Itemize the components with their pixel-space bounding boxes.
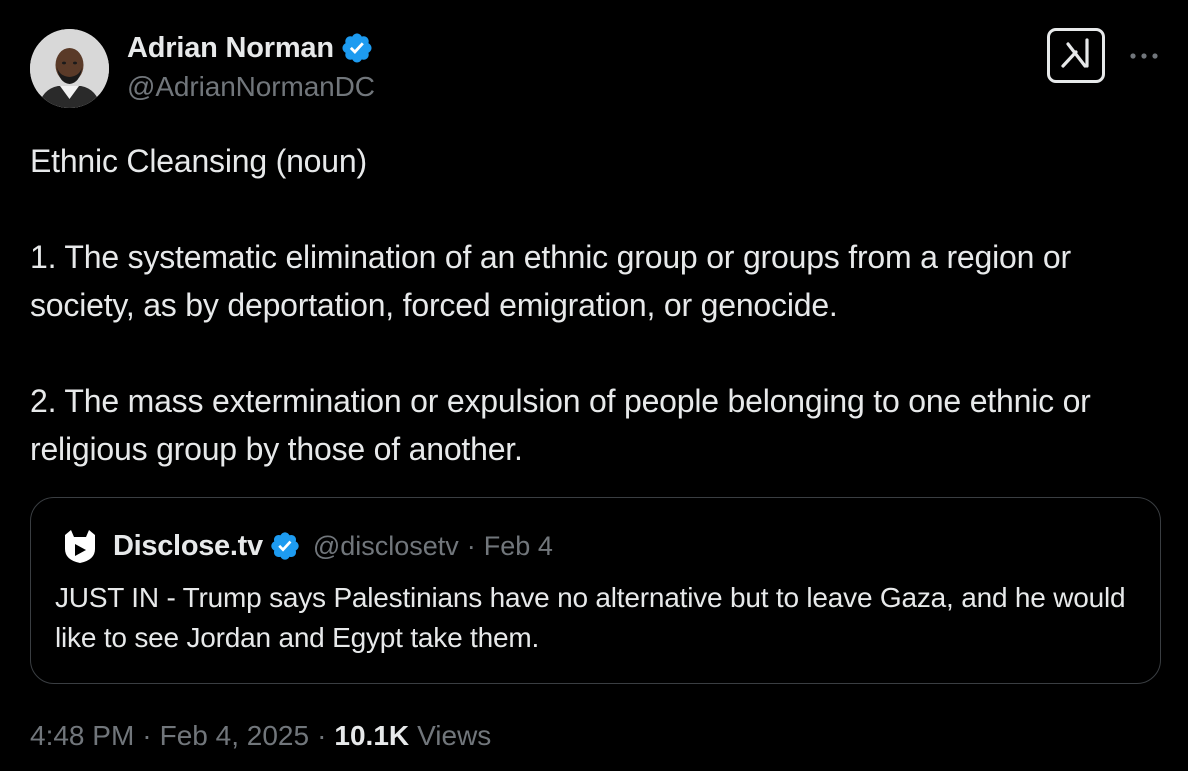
separator-dot: · [466, 530, 476, 561]
verified-badge-icon [340, 31, 374, 65]
quoted-tweet[interactable]: Disclose.tv @disclosetv · Feb 4 JUST IN … [30, 497, 1161, 684]
quoted-author-handle: @disclosetv [312, 530, 459, 561]
views-count: 10.1K [334, 720, 410, 751]
quoted-tweet-header: Disclose.tv @disclosetv · Feb 4 [61, 527, 553, 565]
avatar[interactable] [30, 29, 109, 108]
separator-dot: · [317, 720, 327, 751]
author-name[interactable]: Adrian Norman [127, 32, 334, 65]
quoted-tweet-text: JUST IN - Trump says Palestinians have n… [55, 582, 1126, 653]
more-icon [1129, 47, 1159, 65]
tweet-date[interactable]: Feb 4, 2025 [160, 720, 309, 752]
tweet-paragraph: 1. The systematic elimination of an ethn… [30, 239, 1071, 323]
grok-icon [1059, 38, 1093, 73]
author-name-row: Adrian Norman [127, 30, 375, 66]
tweet-time[interactable]: 4:48 PM [30, 720, 134, 752]
verified-badge-icon [269, 530, 301, 562]
tweet-paragraph: Ethnic Cleansing (noun) [30, 143, 367, 179]
disclose-logo-icon [61, 527, 99, 565]
author-handle[interactable]: @AdrianNormanDC [127, 71, 375, 103]
quoted-author-name: Disclose.tv [113, 529, 263, 562]
views-label: Views [417, 720, 492, 751]
grok-button[interactable] [1047, 28, 1105, 83]
tweet-paragraph: 2. The mass extermination or expulsion o… [30, 383, 1091, 467]
tweet-text: Ethnic Cleansing (noun) 1. The systemati… [30, 137, 1160, 473]
more-options-button[interactable] [1124, 42, 1164, 70]
author-block: Adrian Norman @AdrianNormanDC [127, 30, 375, 103]
quoted-tweet-date: Feb 4 [483, 530, 553, 561]
separator-dot: · [142, 720, 152, 751]
tweet-meta: 4:48 PM · Feb 4, 2025 · 10.1K Views [30, 716, 491, 756]
